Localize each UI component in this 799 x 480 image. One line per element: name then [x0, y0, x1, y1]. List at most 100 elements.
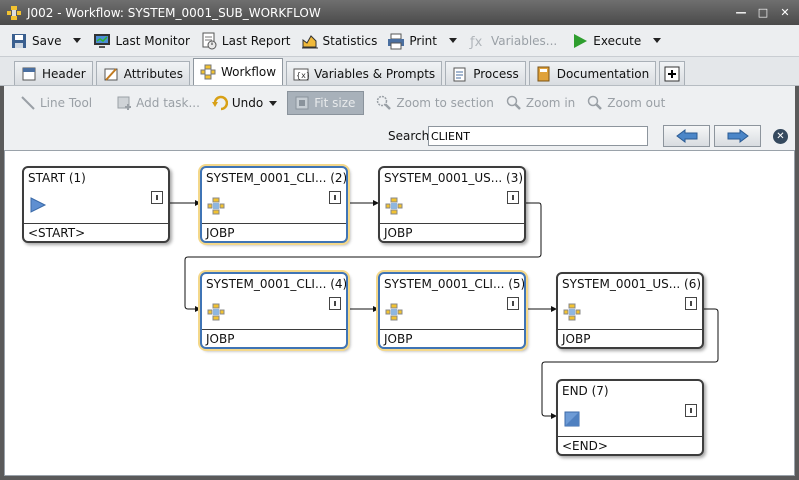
search-previous-button[interactable]	[663, 125, 710, 147]
close-search-icon[interactable]: ✕	[773, 129, 788, 144]
statistics-button[interactable]: Statistics	[297, 29, 382, 53]
undo-arrow-icon	[211, 95, 228, 111]
save-button[interactable]: Save	[6, 29, 65, 53]
node-title: START (1)	[28, 171, 86, 185]
object-tabs: Header Attributes Workflow {x} Variables…	[0, 57, 799, 86]
tab-header[interactable]: Header	[14, 61, 93, 85]
undo-dropdown-icon[interactable]	[269, 100, 278, 106]
monitor-icon	[94, 33, 111, 48]
printer-icon	[388, 33, 405, 49]
zoom-out-button[interactable]: Zoom out	[587, 92, 665, 114]
close-icon[interactable]: ✕	[777, 5, 793, 21]
zoom-section-icon	[377, 95, 392, 110]
last-report-button[interactable]: Last Report	[196, 29, 295, 53]
tab-workflow[interactable]: Workflow	[192, 58, 284, 85]
workflow-app-icon	[7, 5, 21, 20]
node-menu-icon[interactable]	[507, 297, 519, 310]
jobp-workflow-icon	[207, 197, 225, 215]
zoom-in-icon	[506, 95, 521, 110]
minimize-icon[interactable]: —	[733, 5, 749, 21]
arrow-left-icon	[675, 129, 697, 143]
add-task-button[interactable]: Add task...	[116, 92, 200, 114]
node-title: SYSTEM_0001_CLI... (5)	[384, 277, 524, 291]
search-label: Search	[388, 129, 430, 143]
start-play-icon	[30, 197, 47, 213]
node-title: SYSTEM_0001_US... (6)	[562, 277, 702, 291]
workflow-node-5[interactable]: SYSTEM_0001_CLI... (5) JOBP	[378, 272, 526, 349]
jobp-workflow-icon	[385, 303, 403, 321]
node-type: <START>	[28, 226, 86, 240]
workflow-icon	[200, 64, 216, 80]
workflow-node-4[interactable]: SYSTEM_0001_CLI... (4) JOBP	[200, 272, 348, 349]
statistics-chart-icon	[301, 34, 318, 48]
variables-prompts-icon: {x}	[293, 68, 309, 80]
variables-button[interactable]: ƒx Variables...	[465, 29, 561, 53]
node-type: JOBP	[384, 226, 413, 240]
add-task-icon	[117, 96, 132, 110]
node-title: SYSTEM_0001_CLI... (2)	[206, 171, 346, 185]
floppy-disk-icon	[12, 33, 26, 48]
line-tool-icon	[21, 96, 35, 110]
main-toolbar: Save Last Monitor Last Report Statistics…	[0, 25, 799, 57]
attributes-icon	[104, 67, 118, 81]
last-monitor-button[interactable]: Last Monitor	[89, 29, 193, 53]
print-dropdown-icon[interactable]	[448, 38, 457, 43]
workflow-node-start[interactable]: START (1) <START>	[22, 166, 170, 243]
workflow-node-end[interactable]: END (7) <END>	[556, 379, 704, 456]
header-icon	[22, 67, 36, 80]
execute-button[interactable]: Execute	[567, 29, 645, 53]
undo-button[interactable]: Undo	[211, 92, 263, 114]
documentation-book-icon	[537, 66, 550, 81]
add-tab-button[interactable]	[659, 61, 686, 85]
tab-variables-prompts[interactable]: {x} Variables & Prompts	[286, 61, 443, 85]
node-menu-icon[interactable]	[507, 191, 519, 204]
node-menu-icon[interactable]	[329, 297, 341, 310]
node-type: JOBP	[384, 332, 413, 346]
node-type: <END>	[562, 439, 608, 453]
workflow-node-6[interactable]: SYSTEM_0001_US... (6) JOBP	[556, 272, 704, 349]
add-tab-icon	[664, 66, 680, 81]
report-icon	[202, 32, 217, 49]
svg-text:ƒx: ƒx	[469, 35, 483, 50]
node-menu-icon[interactable]	[329, 191, 341, 204]
play-icon	[574, 33, 588, 48]
search-bar: Search ✕	[4, 120, 795, 150]
variables-icon: ƒx	[469, 35, 483, 50]
node-title: END (7)	[562, 384, 609, 398]
workflow-canvas[interactable]: START (1) <START> SYSTEM_0001_CLI... (2)…	[4, 150, 795, 476]
fit-size-icon	[295, 96, 309, 110]
workflow-node-3[interactable]: SYSTEM_0001_US... (3) JOBP	[378, 166, 526, 243]
node-menu-icon[interactable]	[685, 404, 697, 417]
node-menu-icon[interactable]	[685, 297, 697, 310]
jobp-workflow-icon	[563, 303, 581, 321]
maximize-icon[interactable]: □	[755, 5, 771, 21]
execute-dropdown-icon[interactable]	[653, 38, 662, 43]
zoom-out-icon	[588, 95, 603, 110]
workflow-toolbar: Line Tool Add task... Undo Fit size Zoom…	[4, 86, 795, 120]
fit-size-button[interactable]: Fit size	[287, 91, 365, 115]
svg-text:{x}: {x}	[296, 71, 309, 80]
end-stop-icon	[564, 411, 580, 427]
zoom-in-button[interactable]: Zoom in	[506, 92, 575, 114]
node-title: SYSTEM_0001_CLI... (4)	[206, 277, 346, 291]
print-button[interactable]: Print	[383, 29, 441, 53]
node-title: SYSTEM_0001_US... (3)	[384, 171, 524, 185]
save-dropdown-icon[interactable]	[73, 38, 82, 43]
arrow-right-icon	[727, 129, 749, 143]
node-type: JOBP	[206, 226, 235, 240]
search-input[interactable]	[428, 126, 648, 146]
tab-process[interactable]: Process	[445, 61, 526, 85]
process-icon	[453, 67, 466, 81]
line-tool-button[interactable]: Line Tool	[20, 92, 92, 114]
zoom-to-section-button[interactable]: Zoom to section	[376, 92, 494, 114]
window-titlebar: J002 - Workflow: SYSTEM_0001_SUB_WORKFLO…	[0, 0, 799, 25]
node-menu-icon[interactable]	[151, 191, 163, 204]
window-title: J002 - Workflow: SYSTEM_0001_SUB_WORKFLO…	[27, 5, 321, 20]
workflow-node-2[interactable]: SYSTEM_0001_CLI... (2) JOBP	[200, 166, 348, 243]
jobp-workflow-icon	[207, 303, 225, 321]
node-type: JOBP	[562, 332, 591, 346]
search-next-button[interactable]	[714, 125, 761, 147]
tab-attributes[interactable]: Attributes	[95, 61, 190, 85]
node-type: JOBP	[206, 332, 235, 346]
tab-documentation[interactable]: Documentation	[528, 61, 657, 85]
